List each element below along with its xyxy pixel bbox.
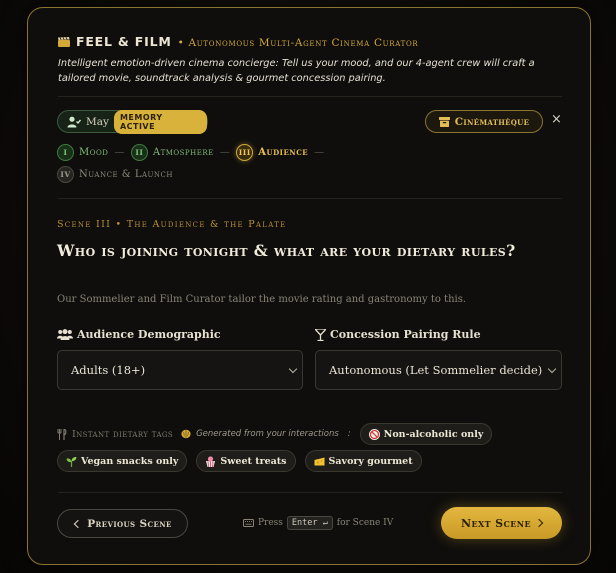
step-1-marker: I xyxy=(57,143,74,161)
tag-label: Sweet treats xyxy=(220,455,287,467)
dietary-tags: Vegan snacks only Sweet treats Savory go… xyxy=(57,450,422,472)
tag-savory[interactable]: Savory gourmet xyxy=(304,450,422,472)
next-scene-button[interactable]: Next Scene xyxy=(441,507,562,539)
app-subtitle: • Autonomous Multi-Agent Cinema Curator xyxy=(177,37,419,49)
users-icon xyxy=(57,329,73,340)
step-separator: — xyxy=(114,146,125,158)
brain-icon xyxy=(181,429,191,439)
tag-label: Vegan snacks only xyxy=(81,455,179,467)
audience-label-row: Audience Demographic xyxy=(57,328,221,341)
hint-for: for Scene IV xyxy=(336,518,394,528)
dietary-title: Instant dietary tags xyxy=(72,428,174,440)
scene-label: Scene III • The Audience & the Palate xyxy=(57,219,287,230)
hint-press: Press xyxy=(258,518,283,528)
divider xyxy=(58,492,562,493)
chevron-left-icon xyxy=(74,519,83,528)
step-2-marker: II xyxy=(130,143,148,161)
app-description: Intelligent emotion-driven cinema concie… xyxy=(58,58,535,84)
pairing-select[interactable]: Autonomous (Let Sommelier decide) xyxy=(315,350,562,390)
cheese-icon xyxy=(314,457,325,465)
dietary-row: Instant dietary tags Generated from your… xyxy=(57,423,493,445)
step-progress: I Mood — II Atmosphere — III Audience — … xyxy=(57,142,357,184)
seedling-icon xyxy=(66,456,77,467)
user-check-icon xyxy=(67,116,81,127)
enter-key: Enter ↵ xyxy=(286,516,333,530)
pairing-label-row: Concession Pairing Rule xyxy=(315,328,481,341)
close-icon[interactable]: × xyxy=(551,112,562,127)
clapperboard-icon xyxy=(58,37,70,47)
step-4-marker: IV xyxy=(57,165,74,183)
memory-active-badge: MEMORY ACTIVE xyxy=(113,109,207,134)
tag-non-alcoholic[interactable]: Non-alcoholic only xyxy=(359,423,493,445)
scene-note: Our Sommelier and Film Curator tailor th… xyxy=(57,294,467,305)
scene-question: Who is joining tonight & what are your d… xyxy=(57,241,516,260)
previous-scene-button[interactable]: Previous Scene xyxy=(57,509,188,538)
tag-sweet[interactable]: Sweet treats xyxy=(196,450,296,472)
cinematheque-label: Cinémathèque xyxy=(454,115,530,128)
candy-icon xyxy=(206,455,216,467)
header: FEEL & FILM • Autonomous Multi-Agent Cin… xyxy=(58,34,568,86)
chevron-down-icon xyxy=(288,364,298,374)
step-4-label: Nuance & Launch xyxy=(79,168,174,180)
archive-icon xyxy=(438,116,450,127)
step-separator: — xyxy=(314,146,325,158)
divider xyxy=(58,96,562,97)
next-scene-label: Next Scene xyxy=(461,516,531,530)
audience-select[interactable]: Adults (18+) xyxy=(57,350,303,390)
audience-value: Adults (18+) xyxy=(71,363,146,377)
tag-label: Savory gourmet xyxy=(328,455,413,467)
audience-label: Audience Demographic xyxy=(77,328,221,341)
pairing-value: Autonomous (Let Sommelier decide) xyxy=(329,363,543,377)
step-1-label[interactable]: Mood xyxy=(79,147,108,158)
app-title: FEEL & FILM xyxy=(76,34,172,49)
step-3-label: Audience xyxy=(258,146,309,158)
tag-label: Non-alcoholic only xyxy=(383,428,484,440)
step-2-label[interactable]: Atmosphere xyxy=(153,147,214,158)
keyboard-icon xyxy=(243,519,254,527)
dietary-generated-note: Generated from your interactions xyxy=(196,429,339,439)
no-alcohol-icon xyxy=(368,428,380,440)
previous-scene-label: Previous Scene xyxy=(87,517,172,530)
memory-pill[interactable]: May MEMORY ACTIVE xyxy=(57,109,208,134)
memory-user-name: May xyxy=(85,115,109,128)
keyboard-hint: Press Enter ↵ for Scene IV xyxy=(243,516,393,530)
divider xyxy=(58,198,562,199)
pairing-label: Concession Pairing Rule xyxy=(330,328,481,341)
utensils-icon xyxy=(57,428,67,440)
step-3-marker: III xyxy=(236,143,254,161)
dietary-colon: : xyxy=(347,429,351,439)
curator-card: FEEL & FILM • Autonomous Multi-Agent Cin… xyxy=(27,7,591,565)
chevron-right-icon xyxy=(534,518,544,528)
cocktail-icon xyxy=(315,328,326,341)
tag-vegan[interactable]: Vegan snacks only xyxy=(57,450,188,472)
step-separator: — xyxy=(219,146,231,158)
cinematheque-button[interactable]: Cinémathèque xyxy=(425,110,543,133)
